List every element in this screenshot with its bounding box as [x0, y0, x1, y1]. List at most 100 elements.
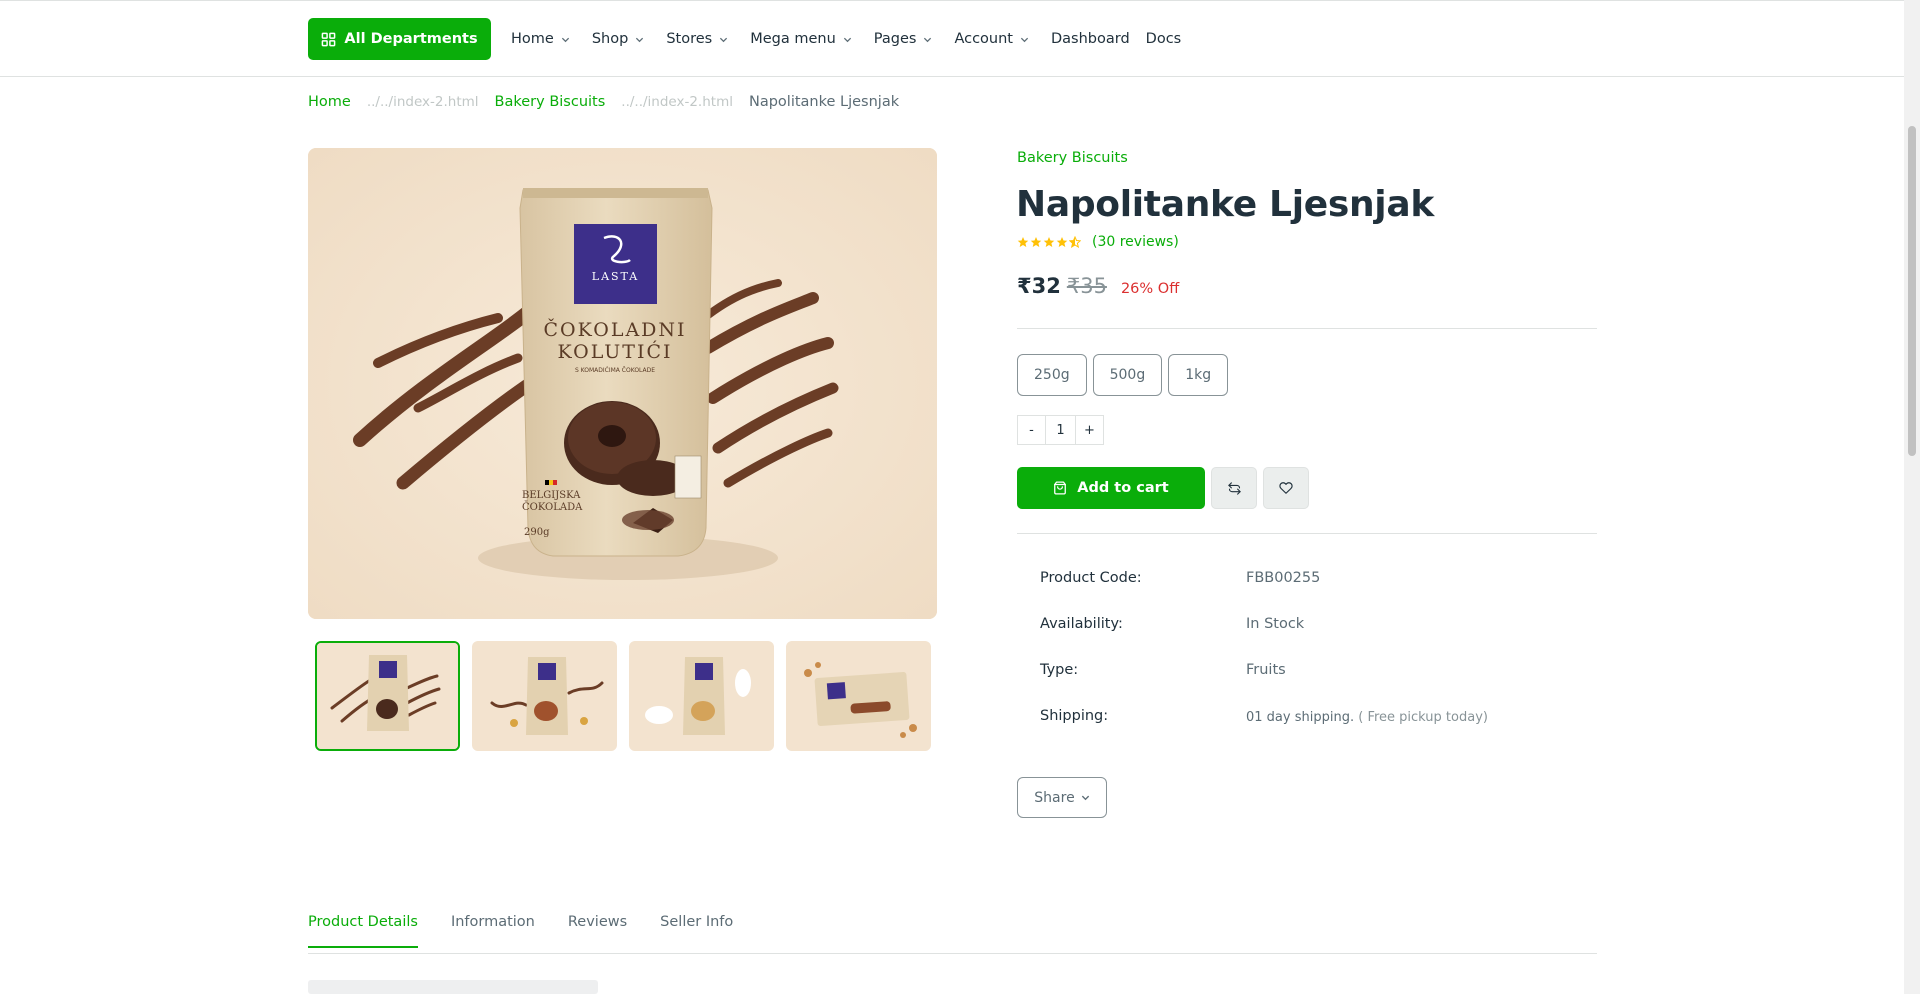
product-price: ₹32 ₹35 26% Off	[1017, 274, 1179, 298]
divider	[1017, 328, 1597, 329]
all-departments-label: All Departments	[344, 31, 478, 47]
info-row-availability: Availability: In Stock	[1040, 616, 1488, 662]
product-tabs: Product Details Information Reviews Sell…	[308, 914, 766, 948]
main-navbar: All Departments Home Shop Stores Mega me…	[0, 1, 1920, 77]
tab-seller-info[interactable]: Seller Info	[660, 914, 733, 948]
nav-label: Stores	[666, 31, 713, 47]
nav-item-stores[interactable]: Stores	[666, 31, 728, 47]
package-line1-text: ČOKOLADNI	[543, 318, 686, 341]
package-brand-text: LASTA	[592, 270, 639, 283]
thumbnail-4[interactable]	[786, 641, 931, 751]
compare-button[interactable]	[1211, 467, 1257, 509]
nav-label: Account	[954, 31, 1013, 47]
breadcrumb-home[interactable]: Home	[308, 94, 351, 110]
shipping-text: 01 day shipping.	[1246, 710, 1355, 725]
nav-label: Mega menu	[750, 31, 836, 47]
star-icon	[1017, 237, 1029, 247]
chevron-down-icon	[843, 37, 851, 42]
nav-item-home[interactable]: Home	[511, 31, 570, 47]
tab-product-details[interactable]: Product Details	[308, 914, 418, 948]
heart-icon	[1279, 482, 1293, 494]
compare-arrows-icon	[1227, 481, 1241, 495]
current-price: ₹32	[1017, 274, 1061, 298]
size-option-250g[interactable]: 250g	[1017, 354, 1087, 396]
thumbnail-image	[317, 643, 458, 749]
all-departments-button[interactable]: All Departments	[308, 18, 491, 60]
reviews-link[interactable]: (30 reviews)	[1092, 234, 1179, 250]
heading-placeholder	[308, 980, 598, 994]
thumbnail-2[interactable]	[472, 641, 617, 751]
divider	[1017, 533, 1597, 534]
nav-item-docs[interactable]: Docs	[1146, 31, 1182, 47]
star-icon	[1030, 237, 1042, 247]
shopping-bag-icon	[1054, 481, 1067, 495]
breadcrumb-link-placeholder[interactable]: ../../index-2.html	[621, 94, 733, 110]
star-icon	[1056, 237, 1068, 247]
nav-label: Shop	[591, 31, 629, 47]
wishlist-button[interactable]	[1263, 467, 1309, 509]
nav-label: Pages	[873, 31, 917, 47]
quantity-increase-button[interactable]: +	[1075, 415, 1104, 445]
info-label: Shipping:	[1040, 708, 1109, 724]
nav-item-shop[interactable]: Shop	[592, 31, 644, 47]
grid-icon	[322, 32, 336, 46]
product-rating: (30 reviews)	[1017, 234, 1179, 250]
breadcrumb-current: Napolitanke Ljesnjak	[748, 94, 900, 110]
section-heading-cutoff	[308, 980, 608, 994]
package-badge1-text: BELGIJSKA	[522, 490, 581, 501]
info-label: Type:	[1040, 662, 1079, 678]
package-weight-text: 290g	[524, 527, 550, 538]
nav-item-mega-menu[interactable]: Mega menu	[750, 31, 852, 47]
product-photo: LASTA ČOKOLADNI KOLUTIĆI S KOMADIĆIMA ČO…	[308, 148, 937, 619]
thumbnail-image	[788, 643, 929, 749]
scrollbar-thumb[interactable]	[1908, 126, 1916, 456]
chevron-down-icon	[636, 37, 644, 42]
size-option-500g[interactable]: 500g	[1092, 354, 1163, 396]
chevron-down-icon	[561, 37, 569, 42]
quantity-stepper: - 1 +	[1017, 415, 1104, 445]
old-price: ₹35	[1066, 274, 1107, 298]
product-info-table: Product Code: FBB00255 Availability: In …	[1040, 570, 1488, 754]
add-to-cart-button[interactable]: Add to cart	[1017, 467, 1205, 509]
quantity-input[interactable]: 1	[1046, 415, 1075, 445]
tabs-divider	[308, 953, 1597, 954]
product-thumbnails	[315, 641, 943, 751]
add-to-cart-label: Add to cart	[1077, 480, 1169, 496]
nav-item-account[interactable]: Account	[954, 31, 1029, 47]
tab-information[interactable]: Information	[451, 914, 535, 948]
thumbnail-1[interactable]	[315, 641, 460, 751]
discount-label: 26% Off	[1120, 281, 1180, 297]
nav-label: Docs	[1145, 31, 1182, 47]
size-option-1kg[interactable]: 1kg	[1168, 354, 1229, 396]
availability-value: In Stock	[1246, 616, 1305, 632]
thumbnail-image	[474, 643, 615, 749]
product-actions: Add to cart	[1017, 467, 1309, 509]
quantity-decrease-button[interactable]: -	[1017, 415, 1046, 445]
info-row-type: Type: Fruits	[1040, 662, 1488, 708]
chevron-down-icon	[924, 37, 932, 42]
thumbnail-image	[631, 643, 772, 749]
star-half-icon	[1069, 236, 1081, 248]
nav-menu: Home Shop Stores Mega menu Pages Account…	[511, 27, 1203, 51]
breadcrumb: Home ../../index-2.html Bakery Biscuits …	[308, 94, 915, 110]
chevron-down-icon	[1020, 37, 1029, 42]
info-label: Product Code:	[1040, 570, 1142, 586]
shipping-note: ( Free pickup today)	[1358, 710, 1488, 725]
thumbnail-3[interactable]	[629, 641, 774, 751]
breadcrumb-link-placeholder[interactable]: ../../index-2.html	[367, 94, 479, 110]
package-tagline-text: S KOMADIĆIMA ČOKOLADE	[575, 367, 655, 374]
product-category-link[interactable]: Bakery Biscuits	[1017, 150, 1128, 166]
product-code-value: FBB00255	[1246, 570, 1321, 586]
breadcrumb-category[interactable]: Bakery Biscuits	[495, 94, 606, 110]
nav-item-dashboard[interactable]: Dashboard	[1051, 31, 1130, 47]
share-label: Share	[1034, 789, 1075, 806]
page-scrollbar[interactable]	[1904, 0, 1920, 994]
nav-label: Home	[511, 31, 554, 47]
product-main-image[interactable]: LASTA ČOKOLADNI KOLUTIĆI S KOMADIĆIMA ČO…	[308, 148, 937, 619]
nav-label: Dashboard	[1050, 31, 1130, 47]
package-badge2-text: ČOKOLADA	[522, 501, 583, 513]
share-dropdown-button[interactable]: Share	[1017, 777, 1107, 818]
info-row-code: Product Code: FBB00255	[1040, 570, 1488, 616]
tab-reviews[interactable]: Reviews	[568, 914, 627, 948]
nav-item-pages[interactable]: Pages	[874, 31, 933, 47]
